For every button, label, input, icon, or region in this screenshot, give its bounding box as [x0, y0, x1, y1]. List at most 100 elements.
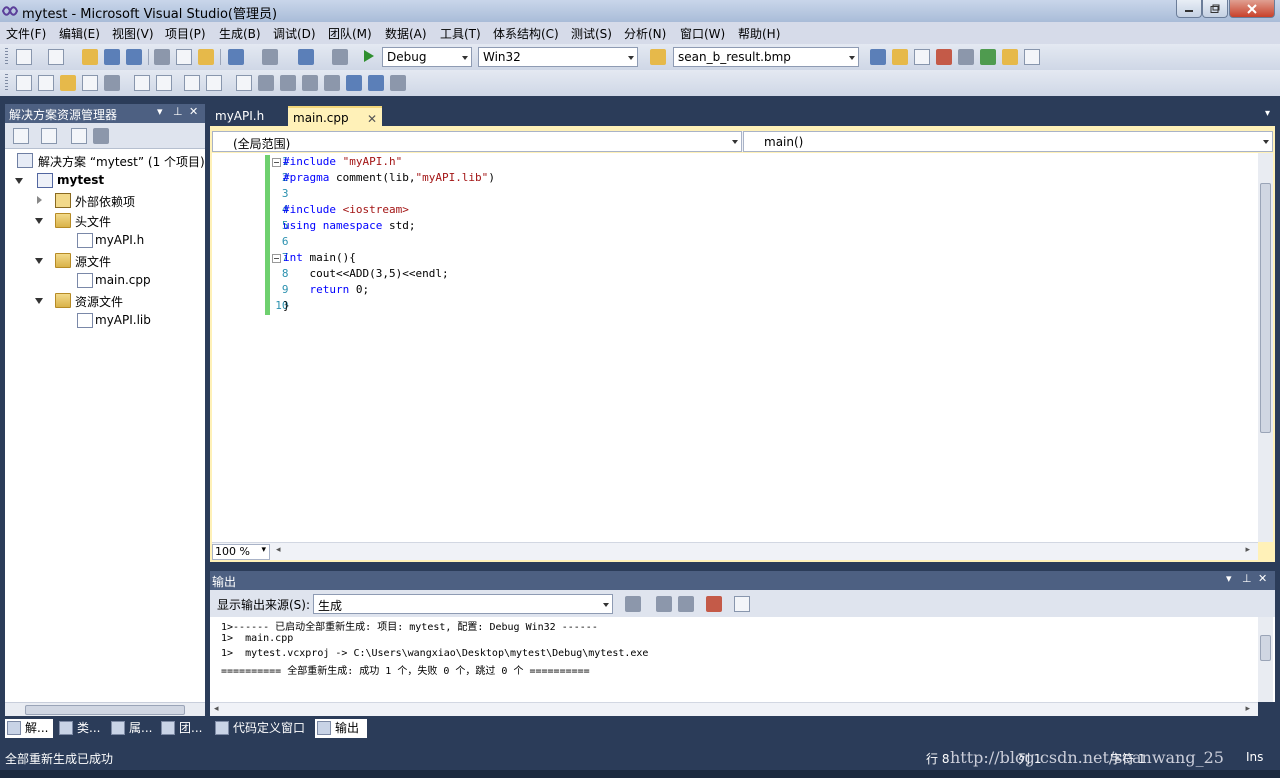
pin-icon[interactable]: ⊥: [173, 105, 183, 118]
menu-debug[interactable]: 调试(D): [273, 25, 316, 42]
decrease-indent-icon[interactable]: [134, 75, 150, 91]
tab-myapi-h[interactable]: myAPI.h: [210, 106, 286, 128]
pin-icon[interactable]: ⊥: [1242, 572, 1252, 585]
scroll-right-icon[interactable]: ▸: [1245, 545, 1250, 555]
window-position-icon[interactable]: ▾: [157, 105, 163, 118]
redo-icon[interactable]: [262, 49, 278, 65]
maximize-button[interactable]: [1202, 0, 1228, 18]
next-bookmark-in-document-icon[interactable]: [368, 75, 384, 91]
previous-bookmark-in-document-icon[interactable]: [346, 75, 362, 91]
menu-window[interactable]: 窗口(W): [680, 25, 725, 42]
toolbar-grip[interactable]: [5, 74, 8, 92]
clear-bookmarks-icon[interactable]: [390, 75, 406, 91]
menu-view[interactable]: 视图(V): [112, 25, 154, 42]
menu-build[interactable]: 生成(B): [219, 25, 261, 42]
increase-indent-icon[interactable]: [156, 75, 172, 91]
tab-class-view[interactable]: 类...: [57, 719, 105, 738]
tab-property-manager[interactable]: 属...: [109, 719, 157, 738]
cut-icon[interactable]: [154, 49, 170, 65]
display-object-member-list-icon[interactable]: [16, 75, 32, 91]
tab-team-explorer[interactable]: 团...: [159, 719, 207, 738]
command-window-icon[interactable]: [1024, 49, 1040, 65]
next-bookmark-icon[interactable]: [280, 75, 296, 91]
find-message-icon[interactable]: [625, 596, 641, 612]
save-icon[interactable]: [104, 49, 120, 65]
next-bookmark-in-folder-icon[interactable]: [324, 75, 340, 91]
expanded-arrow-icon[interactable]: [15, 178, 23, 184]
solution-explorer-icon[interactable]: [870, 49, 886, 65]
display-word-completion-icon[interactable]: [82, 75, 98, 91]
menu-help[interactable]: 帮助(H): [738, 25, 780, 42]
tab-main-cpp[interactable]: main.cpp ✕: [288, 106, 382, 128]
previous-message-icon[interactable]: [656, 596, 672, 612]
expanded-arrow-icon[interactable]: [35, 258, 43, 264]
output-hscrollbar[interactable]: ◂ ▸: [210, 702, 1258, 716]
output-text[interactable]: 1>------ 已启动全部重新生成: 项目: mytest, 配置: Debu…: [210, 617, 1275, 702]
code-editor[interactable]: 1 #include "myAPI.h" 2 #pragma comment(l…: [212, 153, 1258, 542]
navigate-forward-icon[interactable]: [332, 49, 348, 65]
bookmark-icon[interactable]: [236, 75, 252, 91]
new-project-icon[interactable]: [16, 49, 32, 65]
tab-output[interactable]: 输出: [315, 719, 367, 738]
menu-file[interactable]: 文件(F): [6, 25, 46, 42]
save-all-icon[interactable]: [126, 49, 142, 65]
scrollbar-thumb[interactable]: [25, 705, 185, 715]
scroll-left-icon[interactable]: ◂: [276, 545, 281, 555]
copy-icon[interactable]: [176, 49, 192, 65]
toolbar-grip[interactable]: [5, 48, 8, 66]
member-combo[interactable]: main(): [743, 131, 1273, 152]
uncomment-icon[interactable]: [206, 75, 222, 91]
toggle-whitespace-icon[interactable]: [104, 75, 120, 91]
display-quick-info-icon[interactable]: [60, 75, 76, 91]
start-debugging-icon[interactable]: [364, 50, 374, 62]
open-file-icon[interactable]: [82, 49, 98, 65]
close-icon[interactable]: ✕: [1258, 572, 1267, 585]
show-all-files-icon[interactable]: [41, 128, 57, 144]
tab-solution-explorer[interactable]: 解...: [5, 719, 53, 738]
view-class-diagram-icon[interactable]: [71, 128, 87, 144]
collapse-icon[interactable]: [272, 254, 281, 263]
expanded-arrow-icon[interactable]: [35, 298, 43, 304]
scroll-left-icon[interactable]: ◂: [214, 704, 219, 714]
zoom-combo[interactable]: 100 % ▾: [212, 544, 270, 560]
toolbox-icon[interactable]: [936, 49, 952, 65]
collapse-icon[interactable]: [272, 158, 281, 167]
menu-team[interactable]: 团队(M): [328, 25, 372, 42]
extension-manager-icon[interactable]: [1002, 49, 1018, 65]
menu-project[interactable]: 项目(P): [165, 25, 206, 42]
previous-bookmark-in-folder-icon[interactable]: [302, 75, 318, 91]
navigate-backward-icon[interactable]: [298, 49, 314, 65]
next-message-icon[interactable]: [678, 596, 694, 612]
tab-code-definition-window[interactable]: 代码定义窗口: [213, 719, 313, 738]
add-item-icon[interactable]: [48, 49, 64, 65]
collapsed-arrow-icon[interactable]: [37, 196, 42, 204]
find-in-files-icon[interactable]: [650, 49, 666, 65]
menu-analyze[interactable]: 分析(N): [624, 25, 666, 42]
output-source-combo[interactable]: 生成: [313, 594, 613, 614]
solution-configuration-combo[interactable]: Debug: [382, 47, 472, 67]
properties-icon[interactable]: [892, 49, 908, 65]
undo-icon[interactable]: [228, 49, 244, 65]
properties-icon[interactable]: [13, 128, 29, 144]
tools-icon[interactable]: [958, 49, 974, 65]
clear-all-icon[interactable]: [706, 596, 722, 612]
menu-tools[interactable]: 工具(T): [440, 25, 481, 42]
refresh-icon[interactable]: [93, 128, 109, 144]
close-tab-icon[interactable]: ✕: [367, 112, 377, 126]
start-page-icon[interactable]: [980, 49, 996, 65]
scroll-right-icon[interactable]: ▸: [1245, 704, 1250, 714]
window-position-icon[interactable]: ▾: [1226, 572, 1232, 585]
close-button[interactable]: [1229, 0, 1275, 18]
chevron-down-icon[interactable]: ▾: [1265, 108, 1270, 119]
paste-icon[interactable]: [198, 49, 214, 65]
object-browser-icon[interactable]: [914, 49, 930, 65]
solution-explorer-hscrollbar[interactable]: [5, 702, 205, 716]
editor-vscrollbar[interactable]: [1258, 153, 1273, 542]
toggle-word-wrap-icon[interactable]: [734, 596, 750, 612]
menu-test[interactable]: 测试(S): [571, 25, 612, 42]
menu-data[interactable]: 数据(A): [385, 25, 427, 42]
find-combo[interactable]: sean_b_result.bmp: [673, 47, 859, 67]
previous-bookmark-icon[interactable]: [258, 75, 274, 91]
solution-platform-combo[interactable]: Win32: [478, 47, 638, 67]
scope-combo[interactable]: (全局范围): [212, 131, 742, 152]
